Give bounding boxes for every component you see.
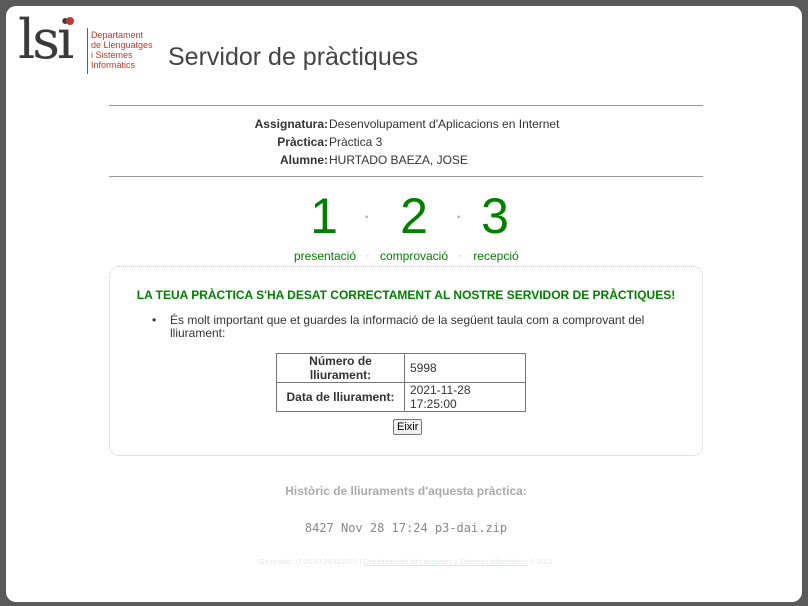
footer-department-link[interactable]: Departamento de Lenguajes y Sistemas Inf… [364,559,529,566]
result-panel: LA TEUA PRÀCTICA S'HA DESAT CORRECTAMENT… [109,266,703,456]
subject-value: Desenvolupament d'Aplicacions en Interne… [329,117,560,131]
step-number-3: 3 [481,188,509,244]
info-row-subject: Assignatura: Desenvolupament d'Aplicacio… [109,115,703,133]
page-header: lsi Departament de Llenguatges i Sisteme… [6,6,802,86]
dlsi-logo: lsi Departament de Llenguatges i Sisteme… [18,8,168,78]
step-number-1: 1 [310,188,338,244]
exit-button[interactable]: Eixir [393,419,423,435]
footer-generated: Generado: 17:25:00 28/11/2021 [259,559,358,566]
step-label-3: recepció [473,249,519,263]
logo-line: Departament [91,30,144,40]
delivery-date-value: 2021-11-28 17:25:00 [404,382,526,412]
delivery-date-label: Data de lliurament: [276,382,405,412]
logo-divider [87,28,88,74]
logo-text: Departament de Llenguatges i Sistemes In… [91,30,153,70]
top-divider [109,105,703,106]
delivery-number-value: 5998 [404,353,526,383]
logo-line: i Sistemes [91,50,133,60]
success-message: LA TEUA PRÀCTICA S'HA DESAT CORRECTAMENT… [136,288,676,302]
logo-line: Informàtics [91,60,136,70]
table-row: Data de lliurament: 2021-11-28 17:25:00 [276,382,526,412]
logo-line: de Llenguatges [91,40,153,50]
progress-steps: 1 · 2 · 3 presentació · comprovació · re… [6,186,802,266]
history-entry: 8427 Nov 28 17:24 p3-dai.zip [304,521,508,535]
bullet-icon: • [152,313,157,327]
info-row-student: Alumne: HURTADO BAEZA, JOSE [109,151,703,169]
table-row: Número de lliurament: 5998 [276,353,526,383]
delivery-number-label: Número de lliurament: [276,353,405,383]
history-title: Històric de lliuraments d'aquesta pràcti… [285,484,527,498]
note-text: És molt important que et guardes la info… [170,313,645,340]
step-label-1: presentació [293,249,357,263]
student-value: HURTADO BAEZA, JOSE [329,153,468,167]
student-label: Alumne: [280,153,328,167]
page-footer: Generado: 17:25:00 28/11/2021 | Departam… [6,559,802,566]
page-title: Servidor de pràctiques [168,43,419,71]
footer-copyright: © 2021 [530,559,553,566]
step-label-separator: · [366,250,370,262]
receipt-table: Número de lliurament: 5998 Data de lliur… [276,353,526,412]
info-row-practice: Pràctica: Pràctica 3 [109,133,703,151]
step-label-2: comprovació [379,249,449,263]
submission-info: Assignatura: Desenvolupament d'Aplicacio… [109,115,703,169]
step-label-separator: · [458,250,462,262]
subject-label: Assignatura: [254,117,328,131]
step-number-2: 2 [400,188,428,244]
bottom-divider [109,176,703,177]
footer-separator: | [359,559,362,566]
practice-value: Pràctica 3 [329,135,383,149]
logo-dot [66,17,74,25]
step-separator: · [455,203,463,228]
practice-label: Pràctica: [277,135,328,149]
browser-page: lsi Departament de Llenguatges i Sisteme… [6,6,802,602]
logo-mark: lsi [18,8,74,71]
step-separator: · [363,203,371,228]
